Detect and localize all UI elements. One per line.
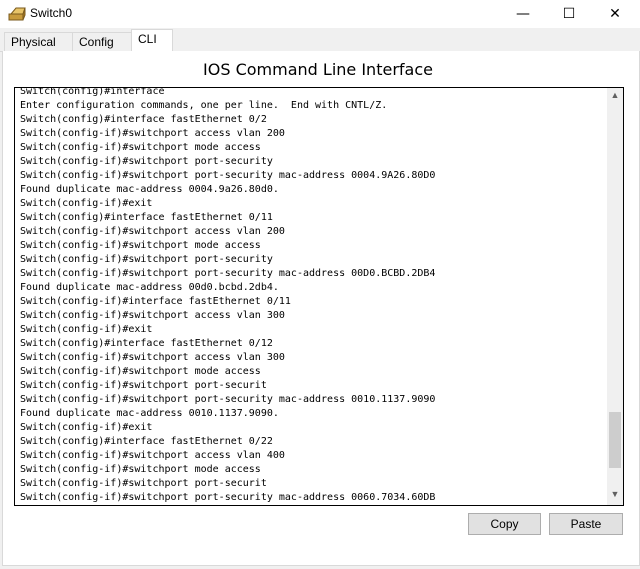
terminal-line: Found duplicate mac-address 00d0.bcbd.2d… [20, 282, 279, 293]
scroll-down-icon[interactable]: ▼ [607, 489, 623, 503]
scroll-up-icon[interactable]: ▲ [607, 90, 623, 104]
maximize-button[interactable]: ☐ [546, 0, 592, 28]
terminal-line: Switch(config)#interface fastEthernet 0/… [20, 114, 267, 125]
terminal-line: Switch(config-if)#switchport access vlan… [20, 450, 285, 461]
terminal-line: Switch(config-if)#interface fastEthernet… [20, 296, 291, 307]
terminal-line: Found duplicate mac-address 0004.9a26.80… [20, 184, 279, 195]
terminal-line: Switch(config-if)#switchport mode access [20, 464, 261, 475]
terminal-line: Switch(config-if)#switchport access vlan… [20, 352, 285, 363]
terminal-line: Switch(config-if)#switchport port-securi… [20, 380, 267, 391]
terminal-line: Switch(config-if)#switchport mode access [20, 240, 261, 251]
terminal-line: Switch(config-if)#switchport access vlan… [20, 310, 285, 321]
copy-button[interactable]: Copy [468, 513, 541, 535]
terminal-line: Switch(config-if)#switchport port-securi… [20, 492, 436, 503]
terminal-line: Found duplicate mac-address 0010.1137.90… [20, 408, 279, 419]
terminal-line: Switch(config)#interface fastEthernet 0/… [20, 436, 273, 447]
terminal-line: Switch(config-if)#switchport port-securi… [20, 478, 267, 489]
title-bar: Switch0 — ☐ ✕ [0, 0, 640, 28]
scroll-thumb[interactable] [609, 412, 621, 468]
terminal-line: Switch(config-if)#switchport access vlan… [20, 226, 285, 237]
minimize-button[interactable]: — [500, 0, 546, 28]
terminal-line: Switch(config-if)#switchport port-securi… [20, 170, 436, 181]
terminal-line: Switch(config-if)#switchport port-securi… [20, 254, 273, 265]
terminal-output[interactable]: Switch(config)#interface Enter configurat… [20, 87, 605, 506]
terminal-line: Switch(config-if)#switchport mode access [20, 142, 261, 153]
close-button[interactable]: ✕ [592, 0, 638, 28]
terminal-line: Found duplicate mac-address 0060.7034.60… [20, 505, 605, 506]
switch-icon [8, 7, 26, 21]
terminal-line: Switch(config-if)#switchport mode access [20, 366, 261, 377]
tab-bar: Physical Config CLI [0, 29, 640, 52]
tab-cli[interactable]: CLI [131, 29, 173, 51]
cli-terminal[interactable]: Switch(config)#interface Enter configurat… [14, 87, 624, 506]
terminal-line: Switch(config-if)#exit [20, 198, 153, 209]
page-title: IOS Command Line Interface [203, 60, 433, 79]
terminal-line: Switch(config-if)#switchport port-securi… [20, 394, 436, 405]
terminal-line: Switch(config-if)#switchport port-securi… [20, 156, 273, 167]
terminal-line: Switch(config-if)#switchport access vlan… [20, 128, 285, 139]
tab-config[interactable]: Config [72, 32, 134, 51]
window-title: Switch0 [30, 6, 73, 20]
paste-button[interactable]: Paste [549, 513, 623, 535]
tab-physical[interactable]: Physical [4, 32, 76, 51]
vertical-scrollbar[interactable]: ▲ ▼ [607, 88, 623, 505]
terminal-line: Enter configuration commands, one per li… [20, 100, 388, 111]
terminal-line: Switch(config)#interface fastEthernet 0/… [20, 212, 273, 223]
terminal-line: Switch(config)#interface fastEthernet 0/… [20, 338, 273, 349]
terminal-line: Switch(config)#interface [20, 87, 165, 97]
terminal-line: Switch(config-if)#exit [20, 324, 153, 335]
terminal-line: Switch(config-if)#exit [20, 422, 153, 433]
terminal-line: Switch(config-if)#switchport port-securi… [20, 268, 436, 279]
